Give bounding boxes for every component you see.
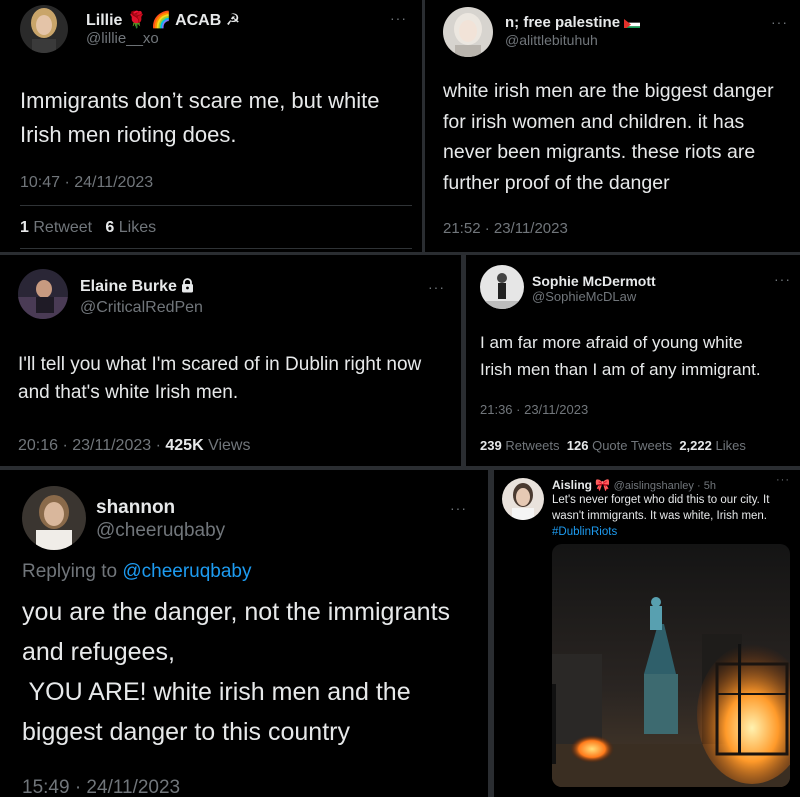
- tweet-text: white irish men are the biggest danger f…: [443, 76, 774, 198]
- author-handle[interactable]: @alittlebituhuh: [505, 32, 598, 48]
- tweet-line: further proof of the danger: [443, 171, 670, 194]
- tweet-text: Immigrants don’t scare me, but white Iri…: [20, 84, 379, 152]
- tweet-line: I am far more afraid of young white: [480, 333, 743, 352]
- more-options-icon[interactable]: ···: [428, 279, 445, 295]
- ribbon-icon: 🎀: [595, 478, 611, 492]
- author-handle[interactable]: @SophieMcDLaw: [532, 289, 636, 304]
- retweet-label[interactable]: Retweets: [505, 438, 559, 453]
- avatar[interactable]: [502, 478, 544, 520]
- divider: [20, 248, 412, 249]
- avatar[interactable]: [22, 486, 86, 550]
- view-count: 425K: [165, 437, 204, 454]
- collage-divider: [0, 252, 800, 255]
- more-options-icon[interactable]: ···: [390, 10, 407, 26]
- more-options-icon[interactable]: ···: [771, 14, 788, 30]
- author-name[interactable]: Aisling 🎀 @aislingshanley · 5h: [552, 478, 716, 492]
- collage-divider: [488, 470, 494, 797]
- tweet-card-elaine: Elaine Burke @CriticalRedPen ··· I'll te…: [0, 255, 460, 465]
- author-name[interactable]: shannon: [96, 497, 175, 519]
- replying-to: Replying to @cheeruqbaby: [22, 561, 252, 583]
- author-handle[interactable]: @cheeruqbaby: [96, 520, 225, 542]
- like-count[interactable]: 2,222: [679, 438, 712, 453]
- retweet-label[interactable]: Retweet: [33, 219, 92, 236]
- tweet-line: Let's never forget who did this to our c…: [552, 494, 770, 506]
- author-name[interactable]: Lillie 🌹 🌈 ACAB ☭: [86, 10, 240, 30]
- retweet-count[interactable]: 1: [20, 219, 29, 236]
- engagement-stats: 1 Retweet 6 Likes: [20, 219, 156, 237]
- collage-divider: [461, 255, 466, 468]
- rainbow-icon: 🌈: [151, 12, 172, 29]
- tweet-line: Irish men rioting does.: [20, 122, 237, 147]
- author-name[interactable]: n; free palestine: [505, 14, 641, 31]
- quote-label[interactable]: Quote Tweets: [592, 438, 672, 453]
- tweet-text: Let's never forget who did this to our c…: [552, 492, 769, 540]
- tweet-line: white irish men are the biggest danger: [443, 80, 774, 102]
- tweet-line: Immigrants don’t scare me, but white: [20, 88, 380, 113]
- palestine-flag-icon: [624, 17, 641, 28]
- author-name-text: Aisling: [552, 478, 593, 492]
- author-name[interactable]: Elaine Burke: [80, 278, 194, 298]
- tweet-line: and that's white Irish men.: [18, 382, 239, 403]
- timestamp-text: 20:16 · 23/11/2023 ·: [18, 437, 166, 454]
- engagement-stats: 239 Retweets 126 Quote Tweets 2,222 Like…: [480, 438, 746, 453]
- view-label: Views: [208, 437, 251, 454]
- timestamp[interactable]: 10:47 · 24/11/2023: [20, 174, 153, 192]
- author-handle[interactable]: @CriticalRedPen: [80, 299, 203, 317]
- more-options-icon[interactable]: ···: [774, 271, 791, 287]
- tweet-line: for irish women and children. it has: [443, 110, 745, 133]
- collage-divider: [0, 466, 800, 470]
- avatar[interactable]: [20, 5, 68, 53]
- rose-icon: 🌹: [126, 12, 147, 29]
- timestamp[interactable]: 20:16 · 23/11/2023 · 425K Views: [18, 437, 250, 455]
- tweet-line: I'll tell you what I'm scared of in Dubl…: [18, 354, 422, 375]
- like-label[interactable]: Likes: [715, 438, 745, 453]
- tweet-line: YOU ARE! white irish men and the: [22, 678, 411, 706]
- like-label[interactable]: Likes: [119, 219, 156, 236]
- timestamp[interactable]: 15:49 · 24/11/2023: [22, 777, 180, 797]
- tweet-line: never been migrants. these riots are: [443, 141, 756, 163]
- like-count[interactable]: 6: [105, 219, 114, 236]
- collage-divider: [422, 0, 425, 252]
- author-name-text: Elaine Burke: [80, 278, 177, 295]
- quote-count[interactable]: 126: [567, 438, 589, 453]
- author-handle-time[interactable]: @aislingshanley · 5h: [614, 480, 716, 492]
- tweet-card-sophie: Sophie McDermott @SophieMcDLaw ··· I am …: [466, 255, 800, 465]
- hashtag-link[interactable]: #DublinRiots: [552, 524, 769, 540]
- tweet-line: wasn't immigrants. It was white, Irish m…: [552, 510, 768, 522]
- more-options-icon[interactable]: ···: [450, 500, 467, 516]
- author-name-text: n; free palestine: [505, 14, 621, 31]
- tweet-text: I'll tell you what I'm scared of in Dubl…: [18, 351, 421, 407]
- timestamp[interactable]: 21:52 · 23/11/2023: [443, 220, 568, 237]
- avatar[interactable]: [443, 7, 493, 57]
- more-options-icon[interactable]: ···: [776, 474, 790, 486]
- tweet-line: Irish men than I am of any immigrant.: [480, 360, 761, 379]
- retweet-count[interactable]: 239: [480, 438, 502, 453]
- tweet-card-shannon: shannon @cheeruqbaby ··· Replying to @ch…: [0, 470, 488, 797]
- riot-photo[interactable]: [552, 544, 790, 787]
- divider: [20, 205, 412, 206]
- avatar[interactable]: [18, 269, 68, 319]
- replying-to-handle[interactable]: @cheeruqbaby: [122, 561, 251, 582]
- author-handle[interactable]: @lillie__xo: [86, 30, 159, 47]
- tweet-line: you are the danger, not the immigrants: [22, 598, 451, 626]
- tweet-card-free-palestine: n; free palestine @alittlebituhuh ··· wh…: [425, 0, 800, 250]
- author-name[interactable]: Sophie McDermott: [532, 273, 656, 289]
- tweet-text: I am far more afraid of young white Iris…: [480, 329, 761, 383]
- tweet-line: biggest danger to this country: [22, 718, 350, 746]
- author-name-suffix: ACAB ☭: [175, 12, 241, 29]
- author-name-text: Lillie: [86, 12, 123, 29]
- avatar[interactable]: [480, 265, 524, 309]
- lock-icon: [181, 278, 194, 298]
- tweet-card-aisling: Aisling 🎀 @aislingshanley · 5h ··· Let's…: [494, 470, 800, 797]
- timestamp[interactable]: 21:36 · 23/11/2023: [480, 402, 588, 417]
- tweet-card-lillie: Lillie 🌹 🌈 ACAB ☭ @lillie__xo ··· Immigr…: [0, 0, 422, 250]
- tweet-line: and refugees,: [22, 638, 175, 666]
- replying-to-label: Replying to: [22, 561, 118, 582]
- tweet-text: you are the danger, not the immigrants a…: [22, 592, 450, 752]
